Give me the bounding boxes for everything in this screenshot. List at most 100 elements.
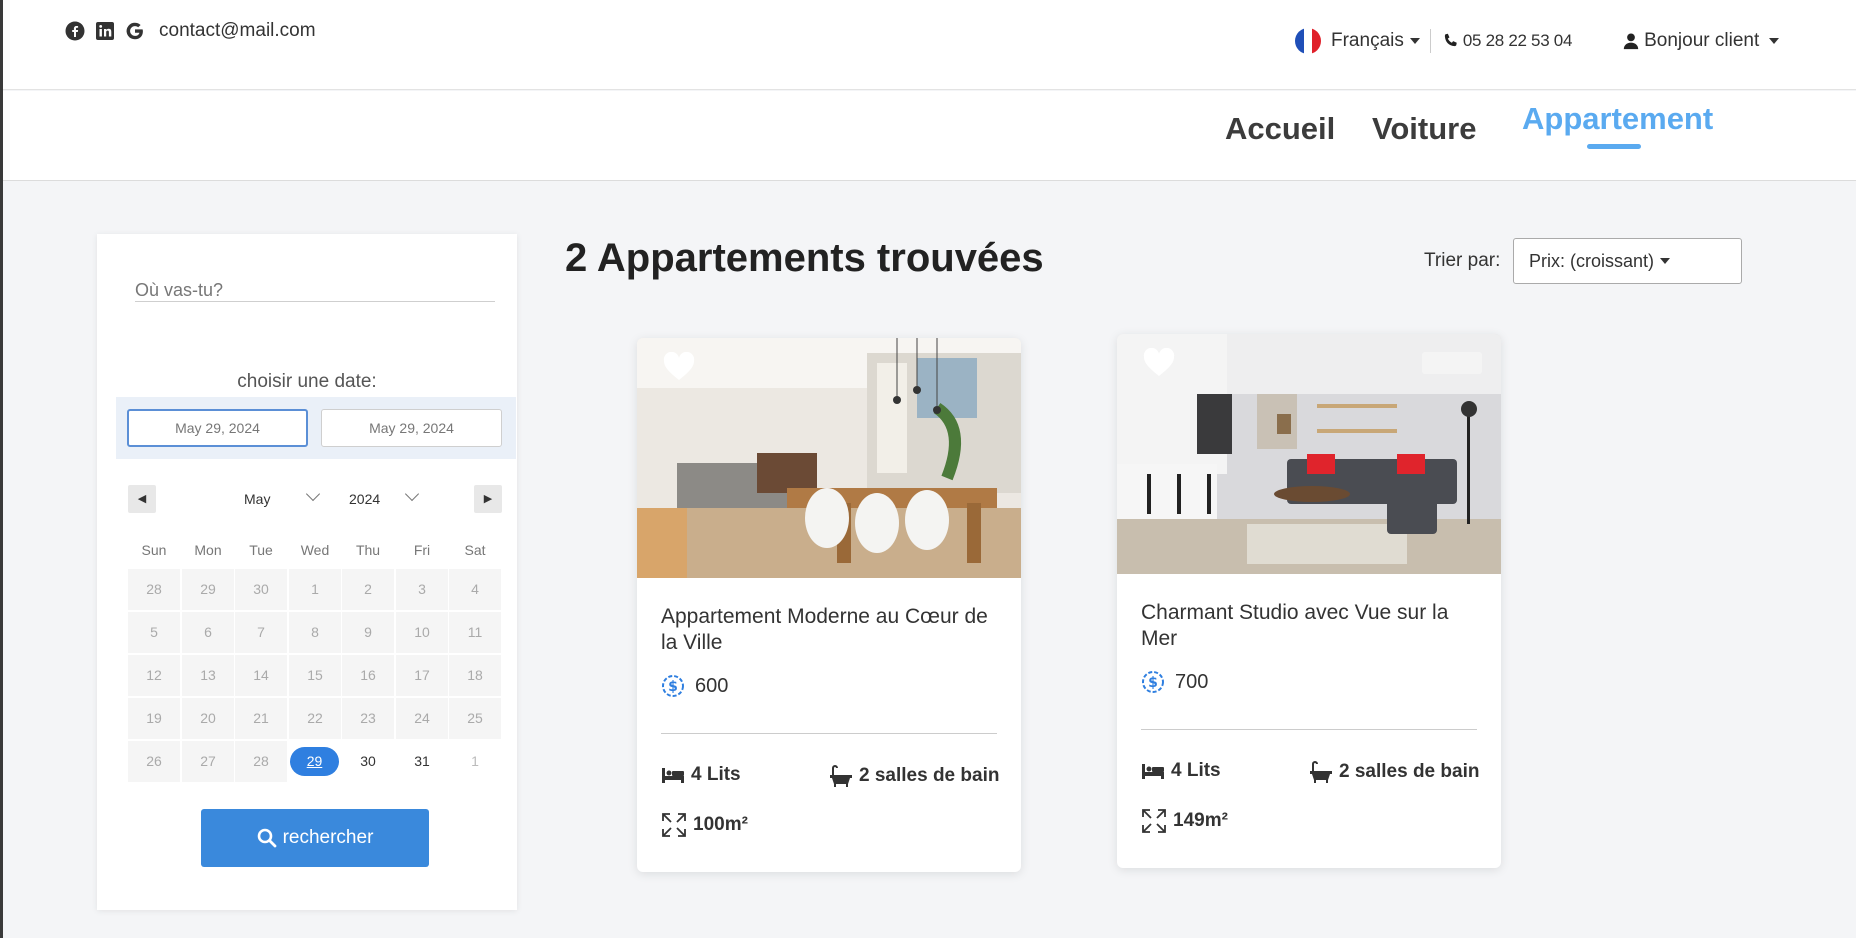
calendar-day: 30 [235,569,287,610]
expand-icon [1142,809,1166,833]
chevron-down-icon [1769,38,1780,44]
bed-icon [662,768,684,783]
listing-photo[interactable] [637,338,1021,578]
listing-card[interactable]: Appartement Moderne au Cœur de la Ville … [637,338,1021,872]
calendar-day: 5 [128,612,180,653]
phone-icon [1444,33,1457,47]
nav-voiture[interactable]: Voiture [1372,111,1477,147]
calendar-day: 10 [396,612,448,653]
calendar-day: 26 [128,741,180,782]
bath-icon [830,765,852,787]
dollar-icon: $ [1142,671,1164,693]
year-select[interactable]: 2024 [349,491,380,507]
weekday-label: Sun [141,542,167,558]
beds-label: 4 Lits [691,764,741,785]
linkedin-icon[interactable] [95,21,115,41]
calendar-day: 7 [235,612,287,653]
nav-accueil[interactable]: Accueil [1225,111,1335,147]
area-label: 100m² [693,814,748,835]
svg-text:$: $ [668,679,678,695]
google-icon[interactable] [125,21,145,41]
next-month-button[interactable]: ▶ [474,485,502,513]
previous-month-button[interactable]: ◀ [128,485,156,513]
calendar-day: 28 [235,741,287,782]
calendar-day: 3 [396,569,448,610]
user-greeting: Bonjour client [1644,30,1760,51]
search-icon [257,828,276,848]
end-date-input[interactable]: May 29, 2024 [321,409,502,447]
results-title: 2 Appartements trouvées [565,236,1044,280]
expand-icon [662,813,686,837]
calendar-day: 15 [289,655,341,696]
calendar-day: 14 [235,655,287,696]
calendar-day: 28 [128,569,180,610]
weekday-label: Wed [300,542,330,558]
calendar-day: 13 [182,655,234,696]
beds-feature: 4 Lits [1141,760,1221,782]
sort-select[interactable]: Prix: (croissant) [1513,238,1742,284]
heart-icon[interactable] [1143,348,1175,378]
area-feature: 149m² [1141,808,1228,834]
month-select[interactable]: May [244,491,270,507]
start-date-input[interactable]: May 29, 2024 [127,409,308,447]
calendar-day[interactable]: 31 [396,741,448,782]
weekday-label: Mon [194,542,222,558]
selected-day-label: 29 [290,747,339,776]
weekday-label: Thu [355,542,381,558]
divider [1141,729,1477,730]
calendar-day: 16 [342,655,394,696]
price-value: 700 [1175,670,1209,693]
listing-price: $ 700 [1141,670,1208,694]
area-feature: 100m² [661,812,748,838]
calendar-day: 17 [396,655,448,696]
nav-appartement[interactable]: Appartement [1522,101,1713,137]
svg-text:$: $ [1148,675,1158,691]
beds-label: 4 Lits [1171,760,1221,781]
listing-card[interactable]: Charmant Studio avec Vue sur la Mer $ 70… [1117,334,1501,868]
divider [1429,29,1431,53]
date-range: May 29, 2024 May 29, 2024 [116,397,516,459]
search-panel: choisir une date: May 29, 2024 May 29, 2… [97,234,517,910]
weekday-label: Fri [413,542,431,558]
calendar-day: 1 [289,569,341,610]
calendar-day: 12 [128,655,180,696]
calendar-day: 20 [182,698,234,739]
calendar-day: 11 [449,612,501,653]
calendar-day: 4 [449,569,501,610]
calendar-day: 22 [289,698,341,739]
calendar-day[interactable]: 30 [342,741,394,782]
user-menu[interactable]: Bonjour client [1622,30,1780,52]
calendar-day-selected[interactable]: 29 [289,741,341,782]
facebook-icon[interactable] [65,21,85,41]
user-icon [1623,33,1639,50]
top-right-bar: Français 05 28 22 53 04 Bonjour client [1295,28,1780,54]
divider [661,733,997,734]
chevron-down-icon [1660,258,1671,264]
chevron-down-icon [404,486,420,502]
listing-price: $ 600 [661,674,728,698]
calendar-day: 6 [182,612,234,653]
sort-value: Prix: (croissant) [1529,250,1655,271]
baths-feature: 2 salles de bain [829,764,999,788]
weekday-label: Sat [464,542,486,558]
listing-title[interactable]: Appartement Moderne au Cœur de la Ville [661,604,1001,656]
baths-label: 2 salles de bain [859,765,1000,786]
contact-email[interactable]: contact@mail.com [159,20,316,42]
calendar-day: 24 [396,698,448,739]
phone-number: 05 28 22 53 04 [1462,31,1573,50]
language-selector[interactable]: Français [1295,28,1420,54]
listing-title[interactable]: Charmant Studio avec Vue sur la Mer [1141,600,1481,652]
calendar-day: 25 [449,698,501,739]
phone-contact[interactable]: 05 28 22 53 04 [1441,31,1572,51]
calendar-day: 19 [128,698,180,739]
date-label: choisir une date: [237,371,377,392]
chevron-down-icon [305,486,321,502]
listing-photo[interactable] [1117,334,1501,574]
bed-icon [1142,764,1164,779]
search-button[interactable]: rechercher [201,809,429,867]
beds-feature: 4 Lits [661,764,741,786]
destination-input[interactable] [135,280,495,302]
chevron-down-icon [1409,38,1420,44]
search-button-label: rechercher [282,827,374,848]
heart-icon[interactable] [663,352,695,382]
